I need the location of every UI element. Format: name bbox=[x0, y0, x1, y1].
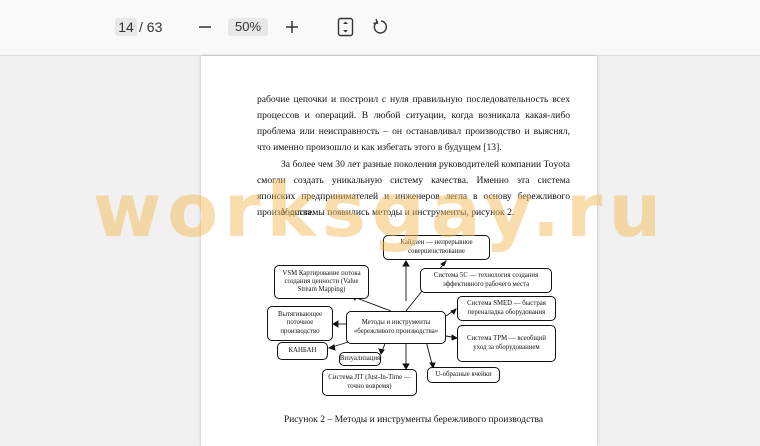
node-kaizen: Кайдзен — непрерывное совершенствование bbox=[383, 235, 490, 260]
node-5s: Система 5С — технология создания эффекти… bbox=[420, 268, 552, 293]
node-visualization: Визуализация bbox=[339, 352, 381, 366]
page-separator: / bbox=[139, 19, 143, 35]
document-page: рабочие цепочки и построил с нуля правил… bbox=[201, 56, 597, 446]
node-kanban: КАНБАН bbox=[277, 342, 328, 360]
fit-page-button[interactable] bbox=[335, 16, 357, 38]
node-u-cells: U-образные ячейки bbox=[427, 367, 500, 383]
current-page-input[interactable]: 14 bbox=[115, 18, 137, 36]
zoom-in-button[interactable] bbox=[281, 16, 303, 38]
rotate-button[interactable] bbox=[370, 16, 392, 38]
plus-icon bbox=[286, 21, 298, 33]
node-center: Методы и инструменты «бережливого произв… bbox=[346, 311, 446, 344]
node-pull-production: Вытягивающее поточное производство bbox=[267, 306, 333, 341]
fit-page-icon bbox=[337, 17, 354, 37]
node-jit: Система JIT (Just-In-Time — точно воврем… bbox=[322, 369, 417, 396]
node-vsm: VSM Картирование потока создания ценност… bbox=[274, 265, 369, 299]
figure-caption: Рисунок 2 – Методы и инструменты бережли… bbox=[283, 414, 544, 425]
zoom-level[interactable]: 50% bbox=[228, 18, 268, 36]
page-count: / 63 bbox=[139, 18, 162, 36]
minus-icon bbox=[199, 26, 211, 28]
node-smed: Система SMED — быстрая переналадка обору… bbox=[457, 296, 556, 321]
rotate-icon bbox=[373, 18, 387, 34]
pdf-toolbar: 14 / 63 50% bbox=[0, 0, 760, 56]
total-pages: 63 bbox=[146, 19, 163, 35]
node-tpm: Система TPM — всеобщий уход за оборудова… bbox=[457, 325, 556, 362]
zoom-out-button[interactable] bbox=[194, 16, 216, 38]
